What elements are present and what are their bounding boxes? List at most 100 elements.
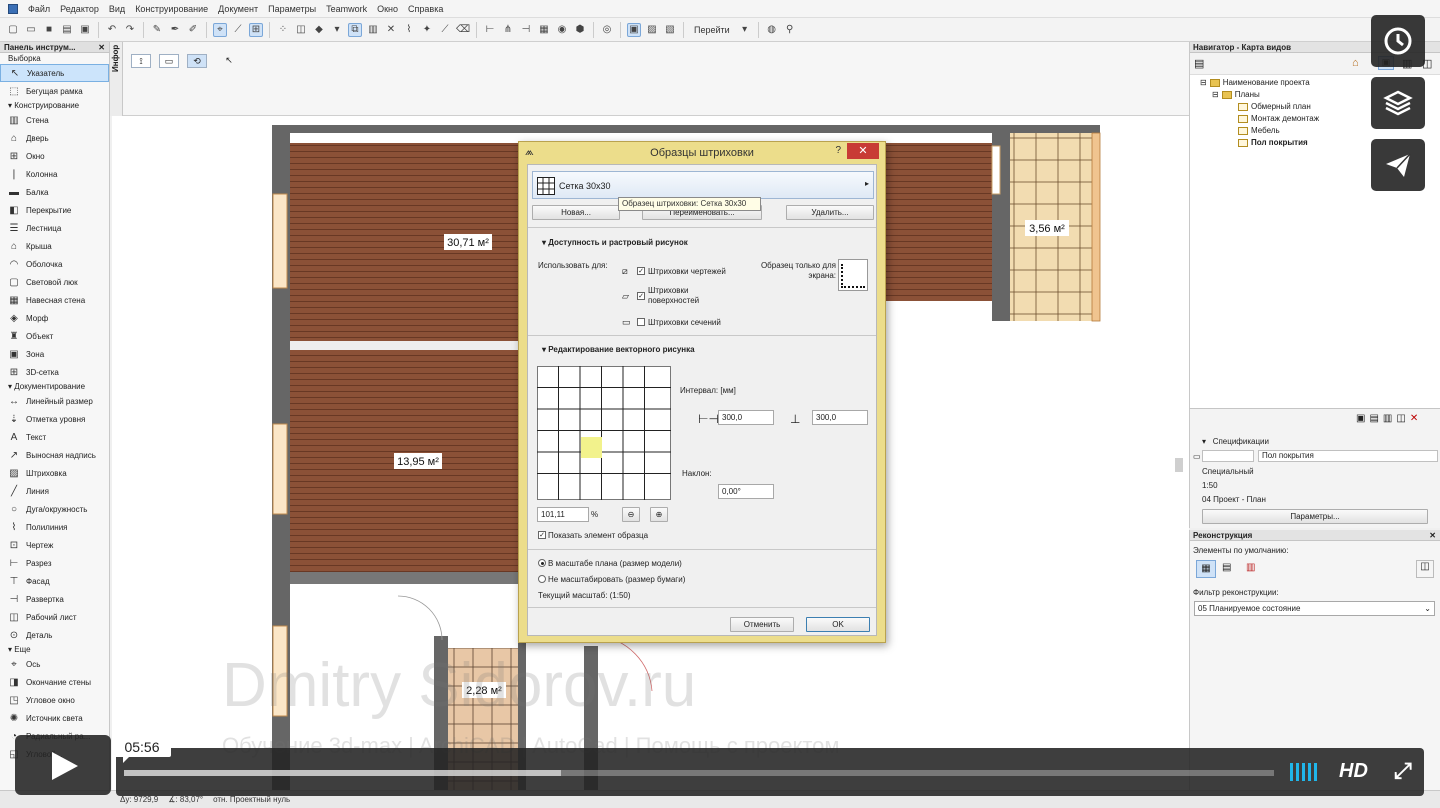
drafting-fill-checkbox[interactable]: ✓ (637, 267, 645, 275)
tool-more-3[interactable]: ✺ Источник света (0, 709, 109, 727)
snap-icon[interactable]: ⌖ (213, 22, 227, 37)
tool-documentation-13[interactable]: ⊙ Деталь (0, 626, 109, 644)
availability-section-header[interactable]: ▾ Доступность и растровый рисунок (542, 238, 688, 247)
pen-icon[interactable]: ✒ (168, 23, 182, 37)
wall[interactable] (290, 572, 520, 584)
demolish-element-icon[interactable]: ▤ (1222, 562, 1231, 573)
specs-pen-row[interactable]: 04 Проект - План (1190, 493, 1440, 506)
menu-design[interactable]: Конструирование (131, 4, 214, 14)
tool-documentation-2[interactable]: A Текст (0, 428, 109, 446)
walk-icon[interactable]: ⚲ (783, 23, 797, 37)
cover-fill-checkbox[interactable]: ✓ (637, 292, 645, 300)
trace-icon[interactable]: ⧉ (348, 22, 362, 37)
window[interactable] (1091, 132, 1101, 322)
tool-construction-1[interactable]: ⌂ Дверь (0, 129, 109, 147)
magic-icon[interactable]: ✦ (420, 23, 434, 37)
menu-document[interactable]: Документ (214, 4, 264, 14)
new-button[interactable]: Новая... (532, 205, 620, 220)
menu-edit[interactable]: Редактор (56, 4, 105, 14)
delete-icon[interactable]: ✕ (1410, 413, 1418, 424)
chevron-down-icon[interactable]: ▾ (738, 23, 752, 37)
menu-file[interactable]: Файл (24, 4, 56, 14)
new-element-icon[interactable]: ▥ (1246, 562, 1255, 573)
element-icon[interactable]: ◆ (312, 23, 326, 37)
tree-view-4[interactable]: Пол покрытия (1238, 138, 1308, 147)
menu-teamwork[interactable]: Teamwork (322, 4, 373, 14)
tool-construction-2[interactable]: ⊞ Окно (0, 147, 109, 165)
tool-construction-9[interactable]: ▢ Световой люк (0, 273, 109, 291)
tool-construction-13[interactable]: ▣ Зона (0, 345, 109, 363)
tool-more-1[interactable]: ◨ Окончание стены (0, 673, 109, 691)
scale-model-radio[interactable] (538, 559, 546, 567)
publish-icon[interactable]: ⬢ (573, 23, 587, 37)
group-selection[interactable]: Выборка (0, 53, 109, 64)
help-button[interactable]: ? (835, 145, 841, 156)
navigate-icon[interactable]: ◍ (765, 23, 779, 37)
project-map-icon[interactable]: ▤ (1194, 57, 1204, 70)
seek-bar[interactable] (124, 770, 1274, 776)
menu-help[interactable]: Справка (404, 4, 449, 14)
view-2d-icon[interactable]: ▣ (627, 22, 641, 37)
view-name-field[interactable]: Пол покрытия (1258, 450, 1438, 462)
cross-icon[interactable]: ✕ (384, 23, 398, 37)
tool-construction-8[interactable]: ◠ Оболочка (0, 255, 109, 273)
interval-y-field[interactable]: 300,0 (812, 410, 868, 425)
close-icon[interactable]: ✕ (1429, 530, 1436, 540)
rotated-rectangle-icon[interactable]: ⟲ (187, 54, 207, 68)
tool-documentation-11[interactable]: ⊣ Развертка (0, 590, 109, 608)
menu-options[interactable]: Параметры (264, 4, 322, 14)
delete-button[interactable]: Удалить... (786, 205, 874, 220)
pattern-selector[interactable]: Сетка 30x30 ▸ (532, 171, 874, 199)
clone-icon[interactable]: ▣ (1356, 413, 1365, 424)
show-sample-checkbox[interactable]: ✓ (538, 531, 546, 539)
share-icon[interactable] (1371, 139, 1425, 191)
reference-readout[interactable]: отн. Проектный нуль (213, 795, 290, 804)
tool-construction-10[interactable]: ▦ Навесная стена (0, 291, 109, 309)
window[interactable] (272, 423, 288, 515)
existing-element-icon[interactable]: ▦ (1196, 560, 1216, 578)
tool-construction-5[interactable]: ◧ Перекрытие (0, 201, 109, 219)
area-label[interactable]: 13,95 м² (397, 456, 439, 468)
group-construction[interactable]: ▾ Конструирование (0, 100, 109, 111)
tree-plans[interactable]: ⊟ Планы (1212, 90, 1260, 99)
renovation-filter-select[interactable]: 05 Планируемое состояние ⌄ (1194, 601, 1435, 616)
calculator-icon[interactable]: ▦ (537, 23, 551, 37)
open-file-icon[interactable]: ▭ (24, 23, 38, 37)
specs-layer-row[interactable]: Специальный (1190, 465, 1440, 478)
zoom-field[interactable]: 101,11 (537, 507, 589, 522)
dimension-icon[interactable]: ⊢ (483, 23, 497, 37)
expand-icon[interactable]: ⊟ (1200, 78, 1207, 87)
watch-later-icon[interactable] (1371, 15, 1425, 67)
tool-more-2[interactable]: ◳ Угловое окно (0, 691, 109, 709)
tool-construction-14[interactable]: ⊞ 3D-сетка (0, 363, 109, 381)
collections-icon[interactable] (1371, 77, 1425, 129)
grid-snap-icon[interactable]: ⊞ (249, 22, 263, 37)
tool-documentation-9[interactable]: ⊢ Разрез (0, 554, 109, 572)
tool-more-0[interactable]: ⌖ Ось (0, 655, 109, 673)
tool-construction-6[interactable]: ☰ Лестница (0, 219, 109, 237)
screen-sample-preview[interactable] (838, 259, 868, 291)
tool-construction-12[interactable]: ♜ Объект (0, 327, 109, 345)
floor-room-3[interactable] (884, 143, 992, 301)
layer-icon[interactable]: ◫ (294, 23, 308, 37)
dialog-titlebar[interactable]: ⩕ Образцы штриховки ? ✕ (519, 142, 885, 164)
tool-documentation-0[interactable]: ↔ Линейный размер (0, 392, 109, 410)
close-button[interactable]: ✕ (847, 143, 879, 159)
area-label[interactable]: 30,71 м² (447, 237, 489, 249)
print-icon[interactable]: ▤ (60, 23, 74, 37)
section-view-icon[interactable]: ▧ (663, 23, 677, 37)
save-icon[interactable]: ■ (42, 23, 56, 37)
group-more[interactable]: ▾ Еще (0, 644, 109, 655)
tool-documentation-7[interactable]: ⌇ Полилиния (0, 518, 109, 536)
view-3d-icon[interactable]: ▨ (645, 23, 659, 37)
scrollbar-thumb[interactable] (1175, 458, 1183, 472)
eraser-icon[interactable]: ⌫ (456, 23, 470, 37)
geometry-method-icon[interactable]: ⟟ (131, 54, 151, 68)
cancel-button[interactable]: Отменить (730, 617, 794, 632)
split-icon[interactable]: ⋔ (501, 23, 515, 37)
new-file-icon[interactable]: ▢ (6, 23, 20, 37)
vector-section-header[interactable]: ▾ Редактирование векторного рисунка (542, 345, 695, 354)
cursor-arrow-icon[interactable]: ↖ (219, 54, 239, 68)
menu-window[interactable]: Окно (373, 4, 404, 14)
angle-field[interactable]: 0,00° (718, 484, 774, 499)
